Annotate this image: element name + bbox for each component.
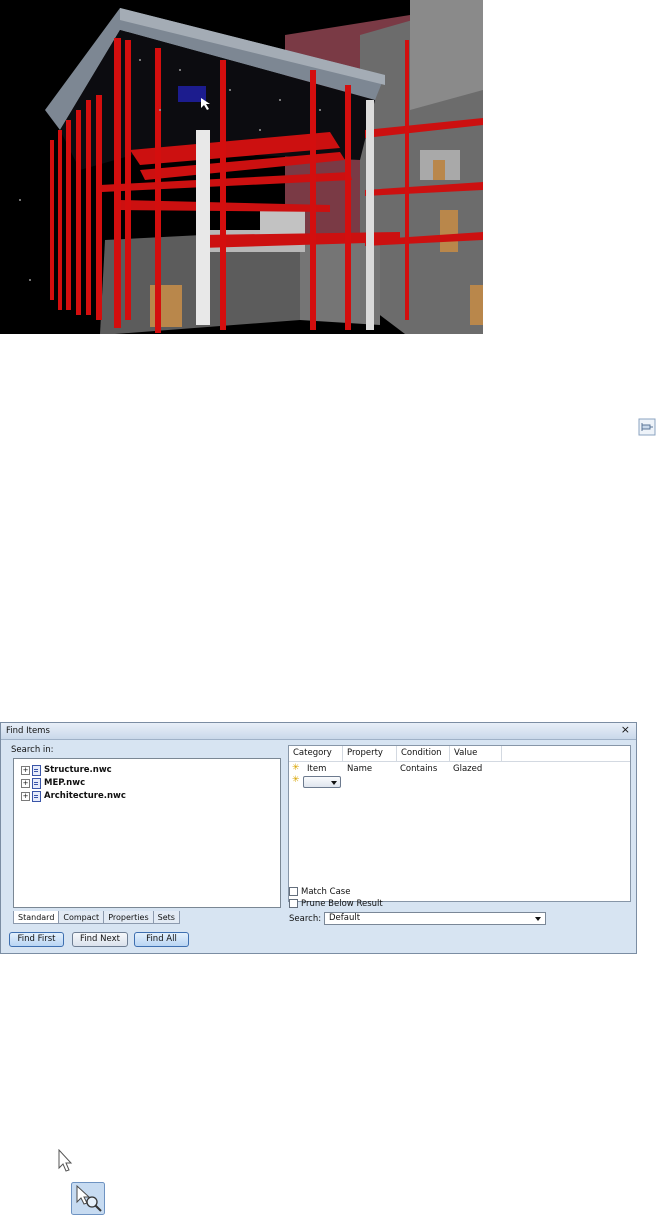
select-box-icon[interactable] xyxy=(71,1182,105,1215)
tab-properties[interactable]: Properties xyxy=(103,911,154,924)
checkbox-box[interactable] xyxy=(289,899,298,908)
prune-below-result-checkbox[interactable]: Prune Below Result xyxy=(289,898,383,909)
tree-item-label: MEP.nwc xyxy=(44,778,86,788)
search-mode-select[interactable]: Default xyxy=(324,912,546,925)
close-icon[interactable]: × xyxy=(621,724,630,736)
tree-item-structure[interactable]: + Structure.nwc xyxy=(21,764,112,776)
find-next-button[interactable]: Find Next xyxy=(72,932,128,947)
new-condition-row[interactable]: ✳ xyxy=(289,775,630,791)
model-file-icon xyxy=(32,764,41,776)
building-model-render xyxy=(0,0,483,334)
cell-value[interactable]: Glazed xyxy=(453,763,482,775)
checkbox-box[interactable] xyxy=(289,887,298,896)
expand-icon[interactable]: + xyxy=(21,791,30,801)
tab-sets[interactable]: Sets xyxy=(152,911,180,924)
find-first-button[interactable]: Find First xyxy=(9,932,64,947)
find-items-dialog: Find Items × Search in: + Structure.nwc … xyxy=(0,722,637,954)
search-in-label: Search in: xyxy=(11,745,54,755)
expand-icon[interactable]: + xyxy=(21,765,30,775)
tree-item-mep[interactable]: + MEP.nwc xyxy=(21,777,85,789)
expand-icon[interactable]: + xyxy=(21,778,30,788)
table-row[interactable]: ✳ Item Name Contains Glazed xyxy=(289,763,630,775)
dialog-title: Find Items xyxy=(6,726,50,736)
tree-item-label: Architecture.nwc xyxy=(44,791,126,801)
find-all-button[interactable]: Find All xyxy=(134,932,189,947)
cell-property[interactable]: Name xyxy=(347,763,372,775)
chevron-down-icon xyxy=(535,917,541,921)
3d-viewport[interactable] xyxy=(0,0,483,334)
match-case-checkbox[interactable]: Match Case xyxy=(289,886,350,897)
conditions-grid[interactable]: Category Property Condition Value ✳ Item… xyxy=(288,745,631,902)
new-row-star-icon: ✳ xyxy=(292,763,300,773)
search-mode-value: Default xyxy=(329,913,361,923)
model-file-icon xyxy=(32,790,41,802)
column-header-property[interactable]: Property xyxy=(343,746,397,761)
tab-standard[interactable]: Standard xyxy=(13,911,60,924)
column-header-condition[interactable]: Condition xyxy=(397,746,450,761)
model-file-icon xyxy=(32,777,41,789)
tree-view-tabs: Standard Compact Properties Sets xyxy=(13,911,180,924)
grid-header: Category Property Condition Value xyxy=(289,746,630,762)
column-header-category[interactable]: Category xyxy=(289,746,343,761)
prune-below-result-label: Prune Below Result xyxy=(301,898,383,909)
cell-category[interactable]: Item xyxy=(307,763,326,775)
cursor-arrow-icon xyxy=(57,1148,73,1173)
tab-compact[interactable]: Compact xyxy=(58,911,105,924)
pin-icon[interactable] xyxy=(638,418,656,436)
column-header-value[interactable]: Value xyxy=(450,746,502,761)
tree-item-architecture[interactable]: + Architecture.nwc xyxy=(21,790,126,802)
category-dropdown[interactable] xyxy=(303,776,341,788)
cell-condition[interactable]: Contains xyxy=(400,763,437,775)
chevron-down-icon xyxy=(331,781,337,785)
tree-item-label: Structure.nwc xyxy=(44,765,112,775)
match-case-label: Match Case xyxy=(301,886,351,897)
selection-tree[interactable]: + Structure.nwc + MEP.nwc + Architecture… xyxy=(13,758,281,908)
dialog-titlebar: Find Items × xyxy=(1,723,636,740)
new-row-star-icon: ✳ xyxy=(292,775,300,785)
search-label: Search: xyxy=(289,914,322,924)
